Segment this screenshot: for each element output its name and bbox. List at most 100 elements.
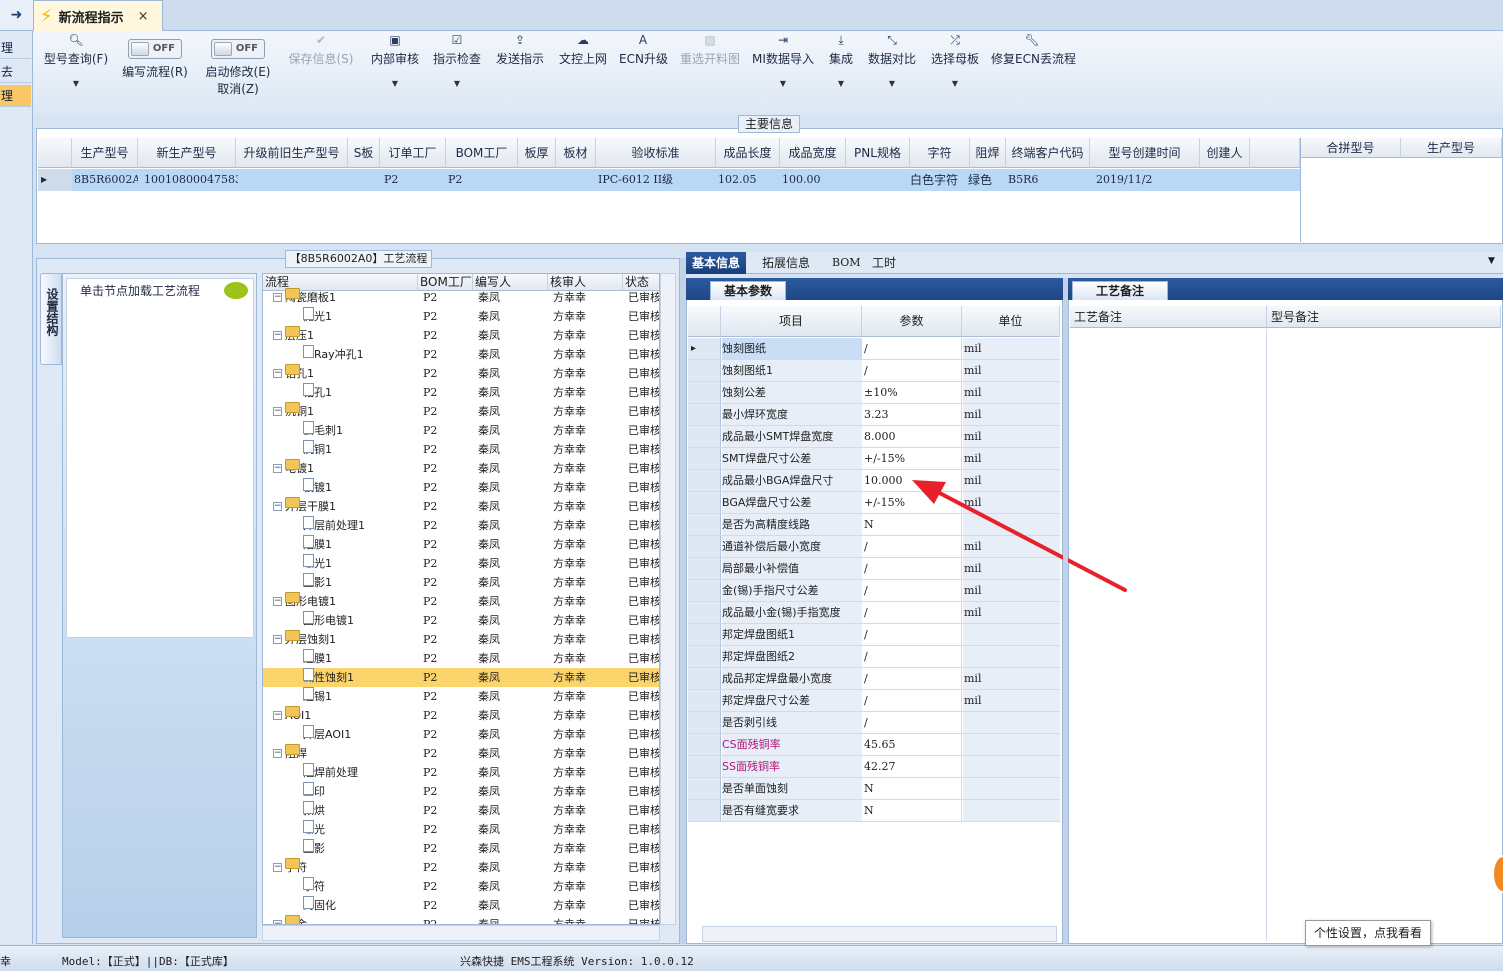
param-row[interactable]: ▸ 蚀刻图纸 / mil: [688, 338, 1060, 360]
row-header[interactable]: [688, 778, 721, 799]
collapse-icon[interactable]: −: [273, 407, 282, 416]
col-header[interactable]: 阻焊: [970, 138, 1006, 168]
row-header[interactable]: [688, 360, 721, 381]
tree-row[interactable]: 丝印 P2 秦凤 方幸幸 已审核: [263, 782, 659, 801]
param-row[interactable]: SMT焊盘尺寸公差 +/-15% mil: [688, 448, 1060, 470]
param-row[interactable]: 邦定焊盘尺寸公差 / mil: [688, 690, 1060, 712]
left-nav-item-3[interactable]: 理: [0, 85, 31, 107]
param-value-field[interactable]: /: [863, 668, 962, 689]
row-header[interactable]: [688, 492, 721, 513]
param-value-field[interactable]: /: [863, 646, 962, 667]
param-value-field[interactable]: 8.000: [863, 426, 962, 447]
collapse-icon[interactable]: −: [273, 863, 282, 872]
tree-row[interactable]: −钻孔1P2秦凤方幸幸已审核: [263, 364, 659, 383]
param-row[interactable]: 蚀刻公差 ±10% mil: [688, 382, 1060, 404]
param-value-field[interactable]: +/-15%: [863, 448, 962, 469]
tree-row[interactable]: − 陶瓷磨板1 P2 秦凤 方幸幸 已审核: [263, 288, 659, 307]
collapse-icon[interactable]: −: [273, 369, 282, 378]
doc-upload-button[interactable]: ☁ 文控上网: [555, 31, 611, 111]
tree-row[interactable]: 板镀1 P2 秦凤 方幸幸 已审核: [263, 478, 659, 497]
row-header[interactable]: [688, 734, 721, 755]
tree-row[interactable]: −层压1P2秦凤方幸幸已审核: [263, 326, 659, 345]
col-header[interactable]: 单位: [962, 306, 1060, 337]
mi-import-button[interactable]: ⇥ MI数据导入 ▼: [751, 31, 815, 111]
col-header[interactable]: 参数: [862, 306, 962, 337]
tree-row[interactable]: 曝光1 P2 秦凤 方幸幸 已审核: [263, 554, 659, 573]
tree-row[interactable]: − 外层干膜1 P2 秦凤 方幸幸 已审核: [263, 497, 659, 516]
tree-row[interactable]: 外层前处理1 P2 秦凤 方幸幸 已审核: [263, 516, 659, 535]
param-value-field[interactable]: 45.65: [863, 734, 962, 755]
col-header[interactable]: 创建人: [1200, 138, 1250, 168]
col-header[interactable]: 生产型号: [1401, 138, 1502, 158]
ecn-upgrade-button[interactable]: A ECN升级: [619, 31, 668, 111]
row-header[interactable]: [688, 690, 721, 711]
tree-row[interactable]: 终固化 P2 秦凤 方幸幸 已审核: [263, 896, 659, 915]
left-nav-item-1[interactable]: 理: [0, 37, 31, 59]
tree-row[interactable]: 曝光 P2 秦凤 方幸幸 已审核: [263, 820, 659, 839]
speech-bubble-icon[interactable]: [224, 282, 248, 299]
tab-extended-info[interactable]: 拓展信息: [756, 252, 816, 274]
col-header[interactable]: 合拼型号: [1301, 138, 1401, 158]
param-row[interactable]: 成品最小金(锡)手指宽度 / mil: [688, 602, 1060, 624]
integrate-button[interactable]: ⤓ 集成 ▼: [823, 31, 859, 111]
tree-row[interactable]: −AOI1P2秦凤方幸幸已审核: [263, 706, 659, 725]
row-header[interactable]: [688, 514, 721, 535]
param-row[interactable]: 是否单面蚀刻 N: [688, 778, 1060, 800]
collapse-icon[interactable]: −: [273, 635, 282, 644]
param-row[interactable]: 邦定焊盘图纸1 /: [688, 624, 1060, 646]
model-note-field[interactable]: [1267, 329, 1501, 941]
tab-structure[interactable]: 设置结构: [40, 273, 62, 365]
node-list[interactable]: [66, 278, 254, 638]
tree-row[interactable]: −沉铜1P2秦凤方幸幸已审核: [263, 402, 659, 421]
table-row[interactable]: ▶ 8B5R6002A0 10010800047583 P2 P2 IPC-60…: [38, 169, 1300, 191]
collapse-icon[interactable]: −: [273, 293, 282, 302]
splitter[interactable]: [1063, 278, 1068, 944]
save-info-button[interactable]: ✔ 保存信息(S): [285, 31, 357, 111]
param-value-field[interactable]: 3.23: [863, 404, 962, 425]
horizontal-scrollbar[interactable]: [262, 925, 660, 941]
param-row[interactable]: 成品最小SMT焊盘宽度 8.000 mil: [688, 426, 1060, 448]
tree-row[interactable]: X-Ray冲孔1 P2 秦凤 方幸幸 已审核: [263, 345, 659, 364]
row-header[interactable]: [688, 426, 721, 447]
tree-row[interactable]: −电镀1P2秦凤方幸幸已审核: [263, 459, 659, 478]
tree-row[interactable]: 钻孔1 P2 秦凤 方幸幸 已审核: [263, 383, 659, 402]
col-header[interactable]: 验收标准: [596, 138, 716, 168]
row-header[interactable]: [688, 646, 721, 667]
row-header[interactable]: [688, 624, 721, 645]
tab-bom[interactable]: BOM: [826, 252, 867, 274]
tab-new-process[interactable]: ⚡ 新流程指示 ×: [33, 0, 163, 31]
collapse-icon[interactable]: −: [273, 331, 282, 340]
tab-work-hours[interactable]: 工时: [866, 252, 902, 274]
tree-row[interactable]: −阻焊P2秦凤方幸幸已审核: [263, 744, 659, 763]
col-header[interactable]: 板厚: [518, 138, 556, 168]
col-header[interactable]: 终端客户代码: [1006, 138, 1090, 168]
param-row[interactable]: SS面残铜率 42.27: [688, 756, 1060, 778]
tree-row[interactable]: 阻焊前处理 P2 秦凤 方幸幸 已审核: [263, 763, 659, 782]
col-header[interactable]: 订单工厂: [380, 138, 446, 168]
param-value-field[interactable]: /: [863, 338, 962, 359]
chevron-down-icon[interactable]: ▼: [1488, 256, 1495, 266]
tree-row[interactable]: −字符P2秦凤方幸幸已审核: [263, 858, 659, 877]
cancel-button[interactable]: 取消(Z): [201, 81, 275, 97]
tree-row[interactable]: 抛光1 P2 秦凤 方幸幸 已审核: [263, 307, 659, 326]
col-header[interactable]: 成品宽度: [780, 138, 846, 168]
edit-flow-toggle[interactable]: OFF 编写流程(R): [119, 31, 191, 111]
row-header[interactable]: [688, 382, 721, 403]
row-header[interactable]: [688, 558, 721, 579]
tree-row[interactable]: 碱性蚀刻1 P2 秦凤 方幸幸 已审核: [263, 668, 659, 687]
param-value-field[interactable]: /: [863, 360, 962, 381]
col-header[interactable]: S板: [348, 138, 380, 168]
tree-row[interactable]: 显影 P2 秦凤 方幸幸 已审核: [263, 839, 659, 858]
reselect-image-button[interactable]: ▨ 重选开料图: [675, 31, 745, 111]
col-header[interactable]: 升级前旧生产型号: [236, 138, 348, 168]
col-header[interactable]: 成品长度: [716, 138, 780, 168]
tree-row[interactable]: 沉铜1 P2 秦凤 方幸幸 已审核: [263, 440, 659, 459]
start-modify-toggle[interactable]: OFF 启动修改(E) 取消(Z): [201, 31, 275, 111]
col-header[interactable]: 新生产型号: [138, 138, 236, 168]
tree-row[interactable]: 去毛刺1 P2 秦凤 方幸幸 已审核: [263, 421, 659, 440]
col-header[interactable]: PNL规格: [846, 138, 910, 168]
param-value-field[interactable]: /: [863, 624, 962, 645]
send-instruction-button[interactable]: ⇪ 发送指示: [493, 31, 547, 111]
col-header[interactable]: 型号创建时间: [1090, 138, 1200, 168]
tree-row[interactable]: 图形电镀1 P2 秦凤 方幸幸 已审核: [263, 611, 659, 630]
